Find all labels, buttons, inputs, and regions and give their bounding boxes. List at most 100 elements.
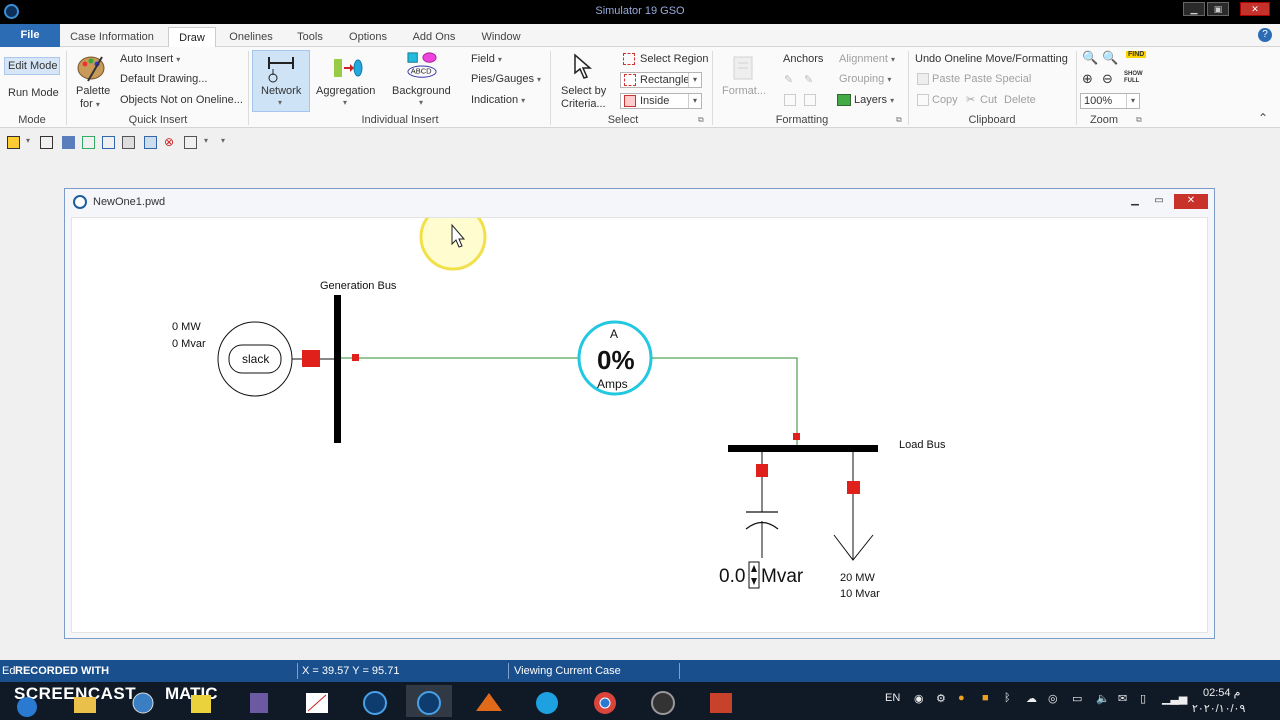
chevron-down-icon[interactable]: ▾ — [688, 94, 701, 108]
taskbar-powerworld-1[interactable] — [352, 685, 398, 717]
layers-button[interactable]: Layers ▾ — [854, 94, 894, 106]
taskbar-chrome[interactable] — [582, 685, 628, 717]
network-icon[interactable] — [265, 53, 297, 83]
child-minimize-button[interactable]: ▁ — [1125, 194, 1145, 208]
tab-window[interactable]: Window — [474, 27, 528, 47]
paste-special-button[interactable]: Paste Special — [964, 73, 1031, 85]
clock-time[interactable]: 02:54 م — [1203, 686, 1240, 699]
cut-button[interactable]: Cut — [980, 94, 997, 106]
generation-bus[interactable] — [334, 295, 341, 443]
zoom-out-icon[interactable]: ⊖ — [1102, 71, 1113, 87]
tab-options[interactable]: Options — [342, 27, 394, 47]
grouping-button[interactable]: Grouping ▾ — [839, 73, 891, 85]
copy-button[interactable]: Copy — [932, 94, 958, 106]
palette-label-line2[interactable]: for ▾ — [80, 98, 100, 110]
oneline-canvas[interactable]: Generation Bus 0 MW 0 Mvar slack A 0% Am… — [71, 217, 1208, 633]
pies-gauges-button[interactable]: Pies/Gauges ▾ — [471, 73, 541, 85]
select-region-button[interactable]: Select Region — [640, 53, 709, 65]
tab-draw[interactable]: Draw — [168, 27, 216, 47]
bluetooth-icon[interactable]: ᛒ — [1004, 692, 1011, 704]
default-drawing-button[interactable]: Default Drawing... — [120, 73, 207, 85]
zoom-level-select[interactable]: 100% ▾ — [1080, 93, 1140, 109]
select-by-criteria-label-line2[interactable]: Criteria... — [561, 98, 606, 110]
volume-icon[interactable]: 🔈 — [1096, 692, 1110, 705]
tray-device-icon[interactable]: ▭ — [1072, 692, 1082, 705]
zoom-in-icon[interactable]: ⊕ — [1082, 71, 1093, 87]
objects-not-on-oneline-button[interactable]: Objects Not on Oneline... — [120, 94, 243, 106]
dropdown-caret-icon[interactable]: ▾ — [26, 136, 39, 149]
network-dropdown-caret-icon[interactable]: ▾ — [278, 98, 282, 107]
line-breaker-to[interactable] — [793, 433, 800, 440]
rectangle-select[interactable]: Rectangle ▾ — [620, 72, 702, 88]
toolbar-calc-icon[interactable] — [144, 136, 157, 149]
collapse-ribbon-icon[interactable]: ⌃ — [1258, 111, 1268, 125]
start-button[interactable] — [4, 685, 50, 717]
generator-breaker[interactable] — [302, 350, 320, 367]
language-indicator[interactable]: EN — [885, 692, 900, 704]
taskbar-powerworld-2[interactable] — [406, 685, 452, 717]
taskbar-tool[interactable] — [294, 685, 340, 717]
aggregation-icon[interactable] — [332, 53, 364, 83]
taskbar-powerpoint[interactable] — [698, 685, 744, 717]
save-icon[interactable] — [62, 136, 75, 149]
customize-toolbar-icon[interactable]: ▾ — [221, 136, 234, 149]
indication-button[interactable]: Indication ▾ — [471, 94, 525, 106]
maximize-button[interactable]: ▣ — [1207, 2, 1229, 16]
help-icon[interactable]: ? — [1258, 28, 1272, 42]
aggregation-button[interactable]: Aggregation — [316, 85, 375, 97]
background-button[interactable]: Background — [392, 85, 451, 97]
close-button[interactable]: ✕ — [1240, 2, 1270, 16]
minimize-button[interactable]: ▁ — [1183, 2, 1205, 16]
tray-chrome-icon[interactable]: ◎ — [1048, 692, 1058, 705]
tab-onelines[interactable]: Onelines — [222, 27, 280, 47]
find-icon[interactable]: FIND — [1126, 51, 1147, 58]
toolbar-list-icon[interactable] — [102, 136, 115, 149]
palette-icon[interactable] — [76, 53, 108, 83]
taskbar-recorder[interactable] — [640, 685, 686, 717]
paste-button[interactable]: Paste — [932, 73, 960, 85]
taskbar-matlab[interactable] — [466, 685, 512, 717]
taskbar-explorer[interactable] — [62, 685, 108, 717]
format-icon[interactable] — [728, 53, 760, 83]
tab-case-information[interactable]: Case Information — [64, 27, 160, 47]
dropdown-caret-icon[interactable]: ▾ — [204, 136, 217, 149]
load-bus[interactable] — [728, 445, 878, 452]
tab-tools[interactable]: Tools — [290, 27, 330, 47]
select-dialog-launcher-icon[interactable]: ⧉ — [698, 115, 704, 125]
show-full-icon[interactable]: SHOW FULL — [1124, 71, 1146, 85]
tray-battery-icon[interactable]: ▯ — [1140, 692, 1146, 705]
select-by-criteria-pointer-icon[interactable] — [567, 51, 599, 81]
edit-mode-button[interactable]: Edit Mode — [8, 60, 58, 72]
auto-insert-button[interactable]: Auto Insert ▾ — [120, 53, 180, 65]
toolbar-table-icon[interactable] — [82, 136, 95, 149]
load-breaker[interactable] — [847, 481, 860, 494]
transmission-line-2[interactable] — [652, 357, 798, 446]
child-maximize-button[interactable]: ▭ — [1149, 194, 1169, 208]
tab-file[interactable]: File — [0, 24, 60, 47]
toolbar-print-icon[interactable] — [122, 136, 135, 149]
alignment-button[interactable]: Alignment ▾ — [839, 53, 895, 65]
network-signal-icon[interactable]: ▁▃▅ — [1162, 692, 1187, 705]
oneline-diagram[interactable]: Generation Bus 0 MW 0 Mvar slack A 0% Am… — [72, 218, 1209, 634]
open-case-icon[interactable] — [7, 136, 20, 149]
select-by-criteria-button[interactable]: Select by — [561, 85, 606, 97]
formatting-dialog-launcher-icon[interactable]: ⧉ — [896, 115, 902, 125]
toolbar-grid-icon[interactable] — [40, 136, 53, 149]
tray-mail-icon[interactable]: ✉ — [1118, 692, 1127, 705]
chevron-down-icon[interactable]: ▾ — [688, 73, 701, 87]
tray-record-icon[interactable]: ◉ — [914, 692, 924, 705]
abort-icon[interactable]: ⊗ — [164, 136, 177, 149]
tray-settings-icon[interactable]: ⚙ — [936, 692, 946, 705]
line-breaker-from[interactable] — [352, 354, 359, 361]
network-button[interactable]: Network — [261, 85, 301, 97]
taskbar-calculator[interactable] — [236, 685, 282, 717]
taskbar-notes[interactable] — [178, 685, 224, 717]
child-close-button[interactable]: ✕ — [1174, 194, 1208, 209]
taskbar-edge[interactable] — [524, 685, 570, 717]
zoom-dialog-launcher-icon[interactable]: ⧉ — [1136, 115, 1142, 125]
taskbar-screencast[interactable] — [120, 685, 166, 717]
clock-date[interactable]: ٢٠٢٠/١٠/٠٩ — [1192, 702, 1245, 715]
aggregation-dropdown-caret-icon[interactable]: ▾ — [343, 98, 347, 107]
tab-add-ons[interactable]: Add Ons — [406, 27, 462, 47]
capacitor-breaker[interactable] — [756, 464, 768, 477]
